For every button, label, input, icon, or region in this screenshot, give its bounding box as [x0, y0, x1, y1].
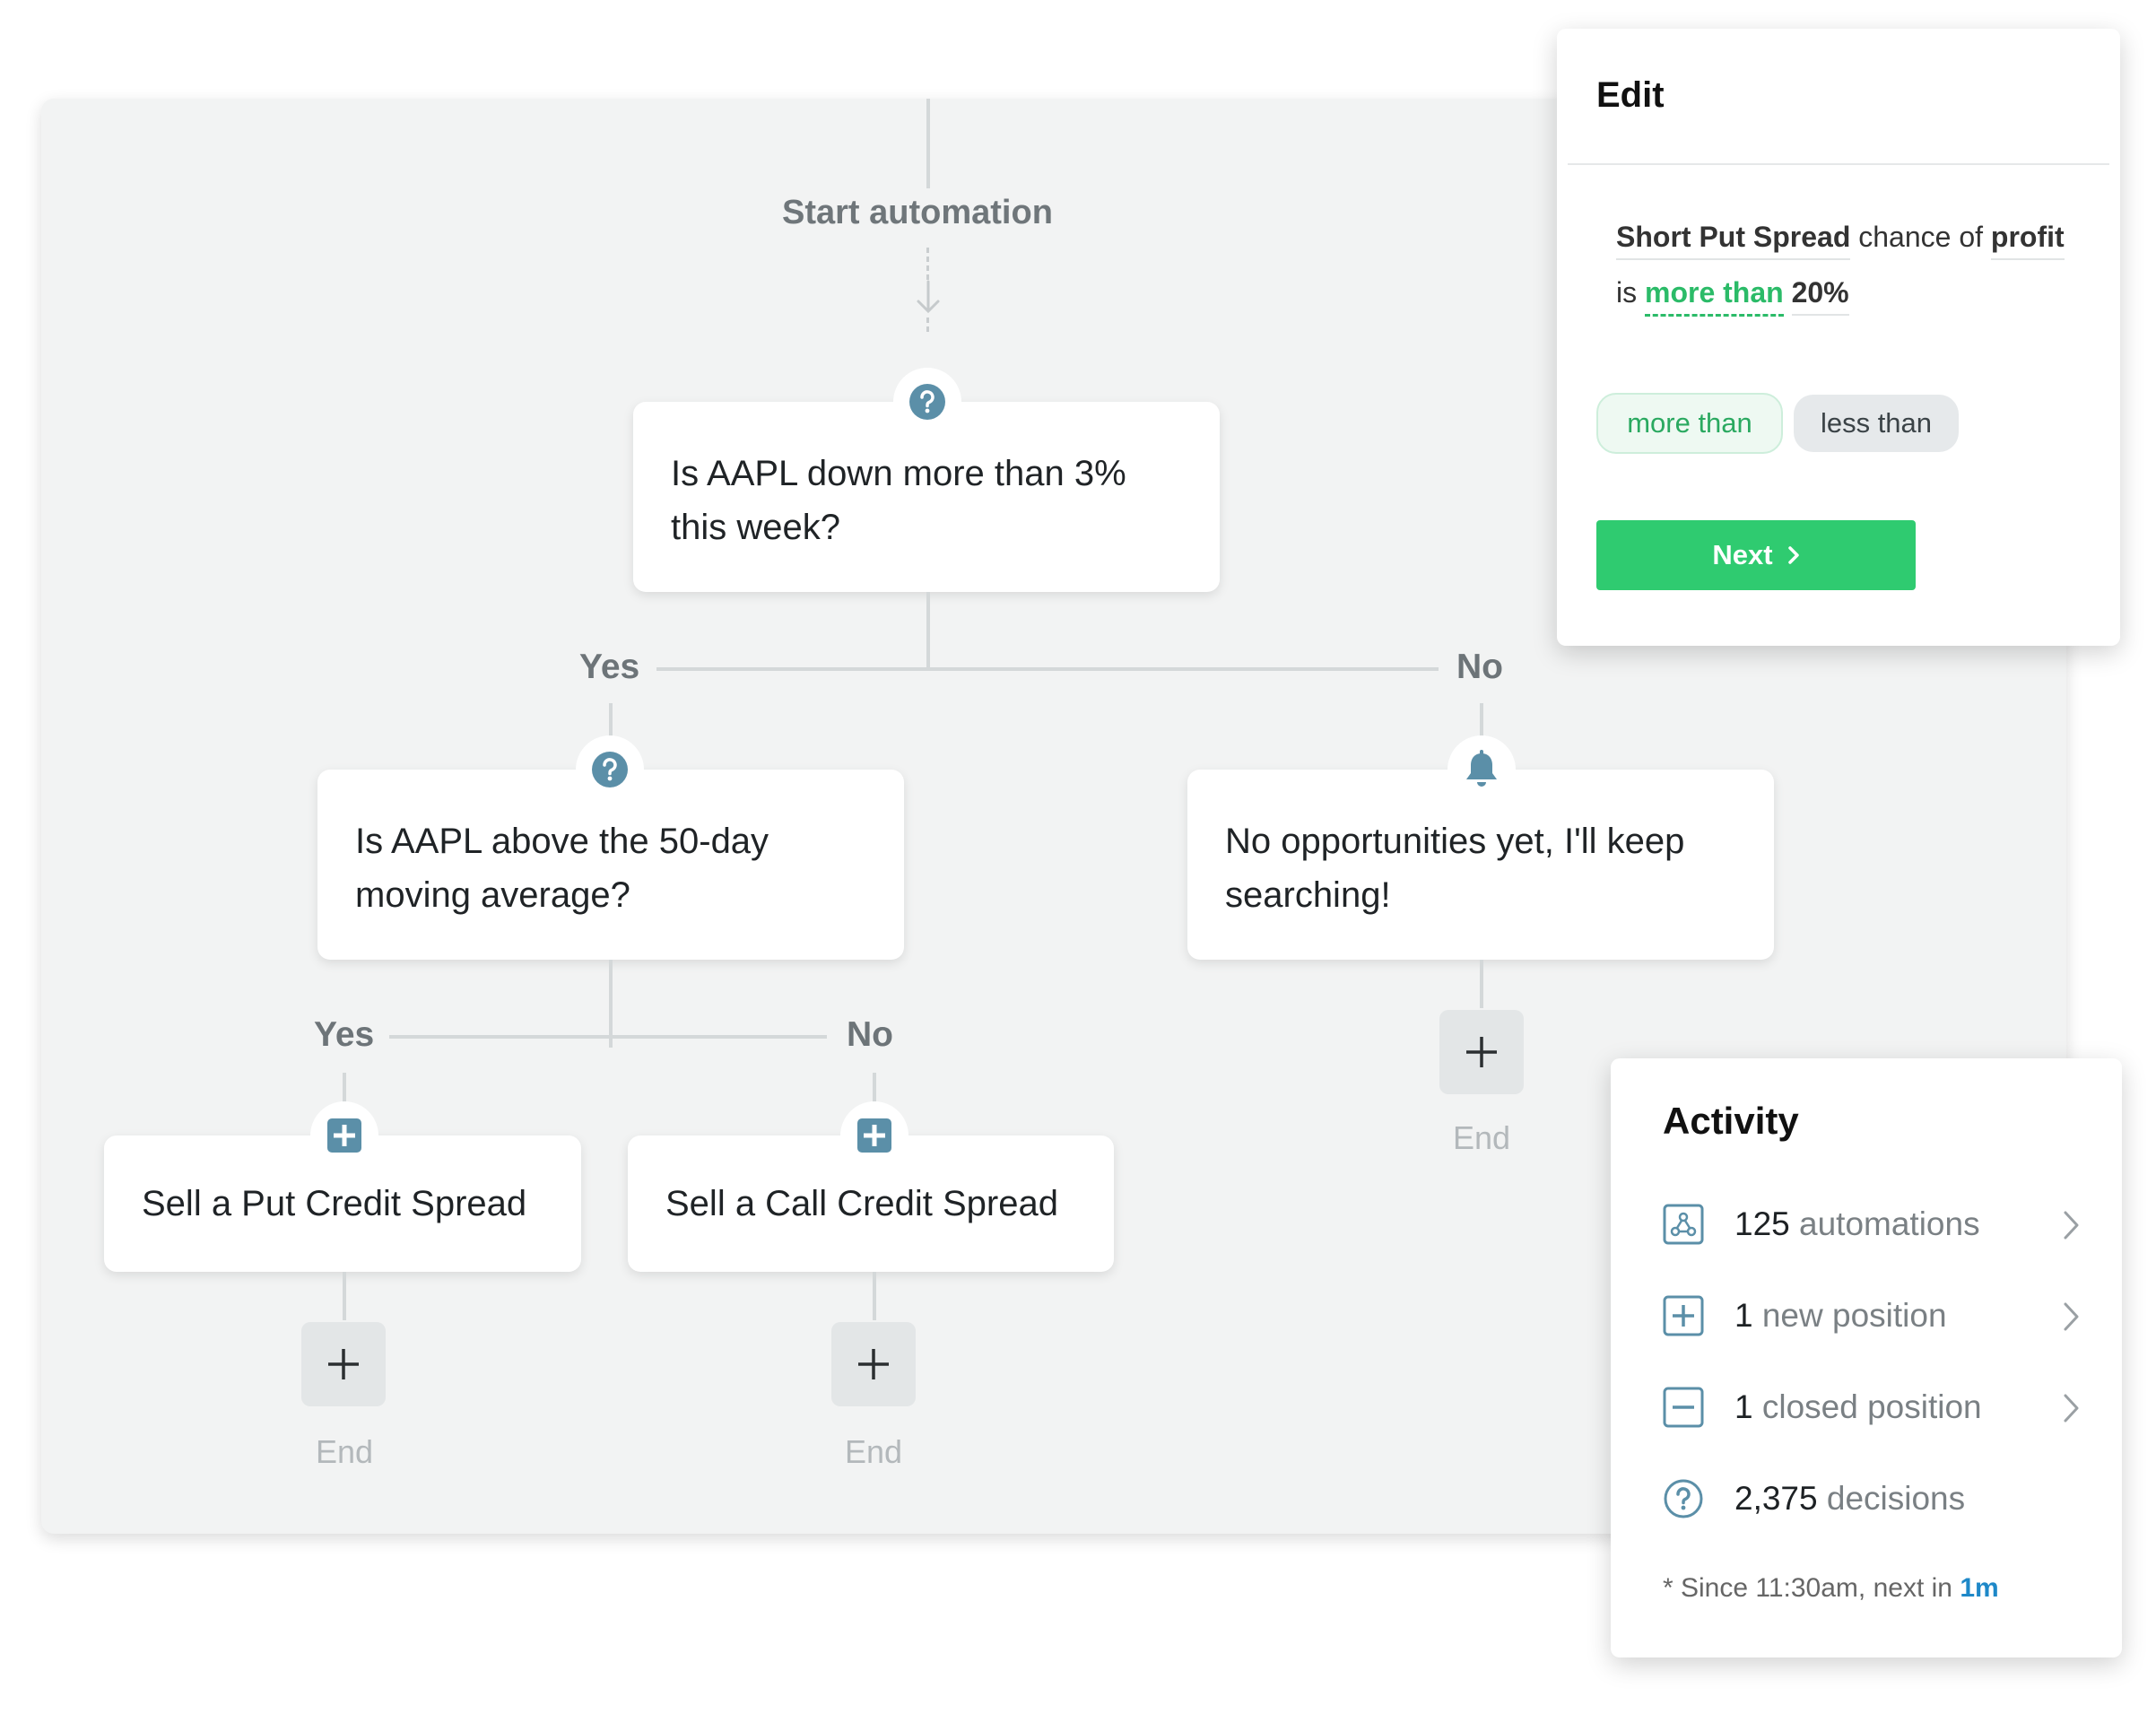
- activity-title: Activity: [1663, 1100, 1799, 1142]
- condition-word: is: [1616, 276, 1638, 309]
- condition-word: of: [1959, 221, 1984, 253]
- plus-square-icon: [1663, 1295, 1704, 1336]
- activity-row-closed-position[interactable]: 1 closed position: [1663, 1378, 2084, 1440]
- question-icon: [592, 752, 628, 787]
- question-icon: [909, 384, 945, 420]
- activity-footer-text: * Since 11:30am, next in: [1663, 1573, 1952, 1603]
- automation-icon: [1663, 1204, 1704, 1245]
- activity-next-run: 1m: [1960, 1573, 1999, 1603]
- activity-text: 125 automations: [1734, 1205, 1980, 1243]
- plus-square-icon: [857, 1118, 891, 1153]
- question-badge: [893, 368, 961, 436]
- connector: [873, 1073, 876, 1105]
- connector: [343, 1073, 346, 1105]
- chevron-right-icon: [2064, 1394, 2079, 1423]
- notification-text: No opportunities yet, I'll keep searchin…: [1225, 822, 1685, 915]
- condition-value[interactable]: 20%: [1791, 276, 1849, 316]
- end-label: End: [315, 1433, 374, 1470]
- option-more-than[interactable]: more than: [1596, 393, 1783, 454]
- connector: [926, 99, 930, 188]
- no-branch-label: No: [1456, 648, 1503, 686]
- bell-icon: [1466, 750, 1497, 787]
- next-button[interactable]: Next: [1596, 520, 1916, 590]
- edit-title: Edit: [1596, 75, 1665, 115]
- connector-dashed: [926, 248, 929, 280]
- plus-icon: [328, 1349, 359, 1379]
- activity-label: new position: [1761, 1297, 1947, 1334]
- plus-icon: [1466, 1037, 1497, 1067]
- activity-label: decisions: [1826, 1480, 1966, 1517]
- activity-footer: * Since 11:30am, next in 1m: [1663, 1573, 1999, 1604]
- condition-subject[interactable]: Short Put Spread: [1616, 221, 1851, 260]
- connector: [343, 1272, 346, 1320]
- activity-text: 2,375 decisions: [1734, 1480, 1965, 1518]
- connector: [389, 1035, 827, 1039]
- chevron-right-icon: [2064, 1302, 2079, 1331]
- activity-count: 1: [1734, 1388, 1753, 1425]
- connector: [926, 592, 930, 669]
- question-circle-icon: [1664, 1479, 1703, 1518]
- activity-count: 1: [1734, 1297, 1753, 1334]
- action-badge: [840, 1101, 908, 1170]
- start-automation-label: Start automation: [782, 194, 1053, 231]
- chevron-right-icon: [2064, 1211, 2079, 1240]
- connector: [656, 667, 1439, 671]
- action-badge: [310, 1101, 378, 1170]
- connector: [609, 703, 613, 739]
- connector: [1480, 960, 1483, 1008]
- action-text: Sell a Call Credit Spread: [665, 1184, 1058, 1223]
- condition-metric[interactable]: profit: [1990, 221, 2065, 260]
- option-less-than[interactable]: less than: [1794, 395, 1959, 452]
- activity-count: 125: [1734, 1205, 1790, 1242]
- activity-row-decisions: 2,375 decisions: [1663, 1469, 2084, 1532]
- activity-text: 1 new position: [1734, 1297, 1947, 1335]
- connector-dashed: [926, 318, 929, 332]
- arrow-down-icon: [917, 280, 940, 314]
- notification-badge: [1447, 735, 1516, 804]
- question-text: Is AAPL above the 50-day moving average?: [355, 822, 769, 915]
- activity-row-automations[interactable]: 125 automations: [1663, 1195, 2084, 1257]
- condition-operator[interactable]: more than: [1645, 276, 1784, 317]
- add-step-button[interactable]: [1439, 1010, 1524, 1094]
- minus-square-icon: [1663, 1387, 1704, 1428]
- add-step-button[interactable]: [831, 1322, 916, 1406]
- question-text: Is AAPL down more than 3% this week?: [671, 454, 1126, 547]
- yes-branch-label: Yes: [314, 1015, 375, 1054]
- condition-line-2: is more than 20%: [1616, 276, 1849, 317]
- activity-panel: Activity 125 automations 1 new position: [1611, 1058, 2122, 1657]
- action-text: Sell a Put Credit Spread: [142, 1184, 527, 1223]
- activity-label: closed position: [1761, 1388, 1982, 1425]
- yes-branch-label: Yes: [579, 648, 640, 686]
- edit-panel: Edit Short Put Spread chance of profit i…: [1557, 29, 2120, 646]
- activity-text: 1 closed position: [1734, 1388, 1982, 1426]
- no-branch-label: No: [847, 1015, 893, 1054]
- connector: [873, 1272, 876, 1320]
- activity-label: automations: [1799, 1205, 1980, 1242]
- plus-square-icon: [327, 1118, 361, 1153]
- add-step-button[interactable]: [301, 1322, 386, 1406]
- end-label: End: [1452, 1119, 1511, 1156]
- next-label: Next: [1712, 539, 1773, 570]
- condition-line-1: Short Put Spread chance of profit: [1616, 221, 2065, 260]
- connector: [1480, 703, 1483, 739]
- question-badge: [576, 735, 644, 804]
- activity-row-new-position[interactable]: 1 new position: [1663, 1286, 2084, 1349]
- chevron-right-icon: [1787, 546, 1799, 564]
- divider: [1568, 163, 2109, 165]
- plus-icon: [858, 1349, 889, 1379]
- activity-count: 2,375: [1734, 1480, 1818, 1517]
- condition-word: chance: [1858, 221, 1952, 253]
- end-label: End: [844, 1433, 903, 1470]
